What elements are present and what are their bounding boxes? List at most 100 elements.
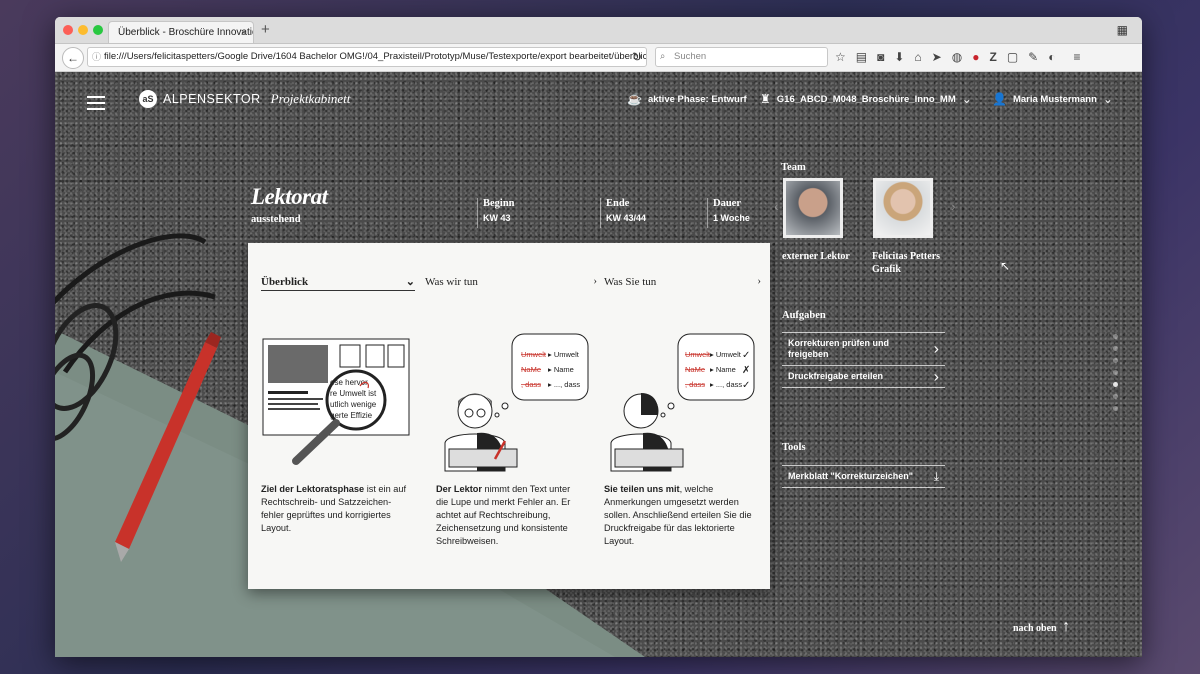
send-icon[interactable]: ➤	[932, 48, 942, 68]
correct-word-1: ▸ Umwelt	[548, 350, 580, 359]
tool-label: Merkblatt "Korrekturzeichen"	[788, 471, 914, 481]
cup-icon: ☕	[627, 92, 642, 106]
project-name: G16_ABCD_M048_Broschüre_Inno_MM	[776, 93, 956, 105]
text-bold: Der Lektor	[436, 484, 482, 494]
member-name: Felicitas Petters	[872, 251, 941, 262]
stamp-icon: ♜	[760, 92, 771, 106]
reading-list-icon[interactable]: ▤	[856, 48, 867, 68]
correct-word-3: ▸ ..., dass	[548, 380, 580, 389]
tasks-list: Korrekturen prüfen und freigeben › Druck…	[782, 332, 945, 388]
lektor-illustration: Umwelt ▸ Umwelt NaMe ▸ Name , dass ▸ ...…	[444, 333, 589, 472]
tab-what-you-do[interactable]: Was Sie tun ›	[604, 275, 761, 288]
reload-icon[interactable]: ↻	[632, 47, 642, 67]
download-icon[interactable]: ⬇	[894, 48, 904, 68]
site-logo[interactable]: aS ALPENSEKTOR Projektkabinett	[139, 90, 350, 108]
active-phase-label: aktive Phase: Entwurf	[647, 93, 747, 105]
tool-proofreading-sheet[interactable]: Merkblatt "Korrekturzeichen" ⤓	[782, 466, 945, 488]
active-phase[interactable]: ☕ aktive Phase: Entwurf	[627, 92, 747, 106]
chevron-right-icon: ›	[933, 368, 939, 385]
wrong-word: , dass	[521, 380, 541, 389]
zotero-icon[interactable]: Z	[989, 48, 996, 68]
tab-label: Überblick	[261, 276, 309, 288]
meta-end: Ende KW 43/44	[600, 198, 646, 228]
page-dot-active[interactable]	[1113, 382, 1118, 387]
tools-list: Merkblatt "Korrekturzeichen" ⤓	[782, 465, 945, 488]
browser-tab[interactable]: Überblick - Broschüre Innovatio… ×	[108, 21, 254, 43]
wrong-word: Umwelt	[685, 350, 711, 359]
logo-subtitle: Projektkabinett	[270, 91, 351, 106]
shield-icon[interactable]: ◐	[1048, 48, 1055, 68]
page-dot[interactable]	[1113, 334, 1118, 339]
avatar[interactable]	[783, 178, 843, 238]
tab-overview-icon[interactable]: ▦	[1117, 23, 1128, 37]
avatar[interactable]	[873, 178, 933, 238]
pocket-icon[interactable]: ◙	[877, 48, 884, 68]
correct-word-2: ▸ Name	[548, 365, 574, 374]
download-icon: ⤓	[933, 469, 939, 483]
user-name: Maria Mustermann	[1012, 93, 1097, 105]
meta-key: Ende	[606, 198, 630, 209]
url-bar[interactable]: ⓘ file:///Users/felicitaspetters/Google …	[87, 47, 647, 67]
phase-title: Lektorat	[251, 184, 328, 209]
text-bold: Sie teilen uns mit	[604, 484, 680, 494]
member-card: Felicitas Petters Grafik	[872, 250, 940, 276]
info-icon[interactable]: ⓘ	[92, 48, 101, 66]
search-input[interactable]: ⌕ Suchen	[655, 47, 828, 67]
page-dot[interactable]	[1113, 406, 1118, 411]
wrong-word: , dass	[685, 380, 705, 389]
task-label: Druckfreigabe erteilen	[788, 371, 884, 381]
home-icon[interactable]: ⌂	[914, 48, 921, 68]
arrow-up-icon: ↑	[1062, 618, 1071, 635]
page-dot[interactable]	[1113, 346, 1118, 351]
search-icon: ⌕	[660, 51, 666, 62]
mag-line-3: utlich wenige	[330, 400, 377, 409]
eyedropper-icon[interactable]: ✎	[1028, 48, 1038, 68]
page-dot[interactable]	[1113, 394, 1118, 399]
page-dot[interactable]	[1113, 370, 1118, 375]
chevron-down-icon: ⌄	[961, 92, 972, 106]
new-tab-button[interactable]: +	[261, 21, 270, 38]
task-label: Korrekturen prüfen und freigeben	[788, 338, 890, 359]
user-icon: 👤	[992, 92, 1007, 106]
bookmark-star-icon[interactable]: ☆	[835, 48, 846, 68]
chevron-left-icon[interactable]: ‹	[774, 198, 779, 214]
correct-word-3: ▸ ..., dass	[710, 380, 742, 389]
check-icon: ✓	[742, 380, 750, 391]
close-window-button[interactable]	[63, 25, 73, 35]
back-to-top-link[interactable]: nach oben ↑	[1013, 618, 1070, 636]
task-review-corrections[interactable]: Korrekturen prüfen und freigeben ›	[782, 333, 945, 366]
tab-overview[interactable]: Überblick ⌄	[261, 276, 415, 291]
minimize-window-button[interactable]	[78, 25, 88, 35]
back-to-top-label: nach oben	[1013, 623, 1057, 634]
menu-icon[interactable]: ≡	[1073, 48, 1080, 68]
correct-word-2: ▸ Name	[710, 365, 736, 374]
logo-brand: ALPENSEKTOR	[163, 92, 261, 106]
meta-duration: Dauer 1 Woche	[707, 198, 750, 228]
user-menu[interactable]: 👤 Maria Mustermann ⌄	[992, 92, 1113, 106]
tab-what-we-do[interactable]: Was wir tun ›	[425, 275, 597, 288]
meta-key: Dauer	[713, 198, 741, 209]
phase-card: Überblick ⌄ Was wir tun › Was Sie tun ›	[248, 243, 770, 589]
team-heading: Team	[781, 162, 806, 173]
hamburger-menu-icon[interactable]	[87, 92, 105, 114]
tab-bar: Überblick - Broschüre Innovatio… × + ▦	[55, 17, 1142, 44]
toolbar-icons: ☆ ▤ ◙ ⬇ ⌂ ➤ ◍ ● Z ▢ ✎ ◐ ≡	[835, 48, 1080, 68]
chevron-right-icon: ›	[593, 275, 597, 287]
check-icon: ✓	[742, 350, 750, 361]
tab-label: Was Sie tun	[604, 276, 657, 288]
url-text: file:///Users/felicitaspetters/Google Dr…	[104, 51, 647, 62]
project-selector[interactable]: ♜ G16_ABCD_M048_Broschüre_Inno_MM ⌄	[760, 92, 972, 106]
page-icon[interactable]: ▢	[1007, 48, 1018, 68]
chevron-down-icon: ⌄	[1102, 92, 1113, 106]
back-button[interactable]: ←	[62, 47, 84, 69]
meta-value: KW 43/44	[606, 213, 647, 223]
chevron-down-icon: ⌄	[405, 276, 415, 288]
chevron-right-icon[interactable]: ›	[951, 198, 956, 214]
tab-close-icon[interactable]: ×	[241, 22, 247, 43]
pinterest-icon[interactable]: ●	[972, 48, 979, 68]
globe-icon[interactable]: ◍	[952, 48, 962, 68]
page-dot[interactable]	[1113, 358, 1118, 363]
task-print-approval[interactable]: Druckfreigabe erteilen ›	[782, 366, 945, 388]
meta-value: 1 Woche	[713, 213, 750, 223]
zoom-window-button[interactable]	[93, 25, 103, 35]
